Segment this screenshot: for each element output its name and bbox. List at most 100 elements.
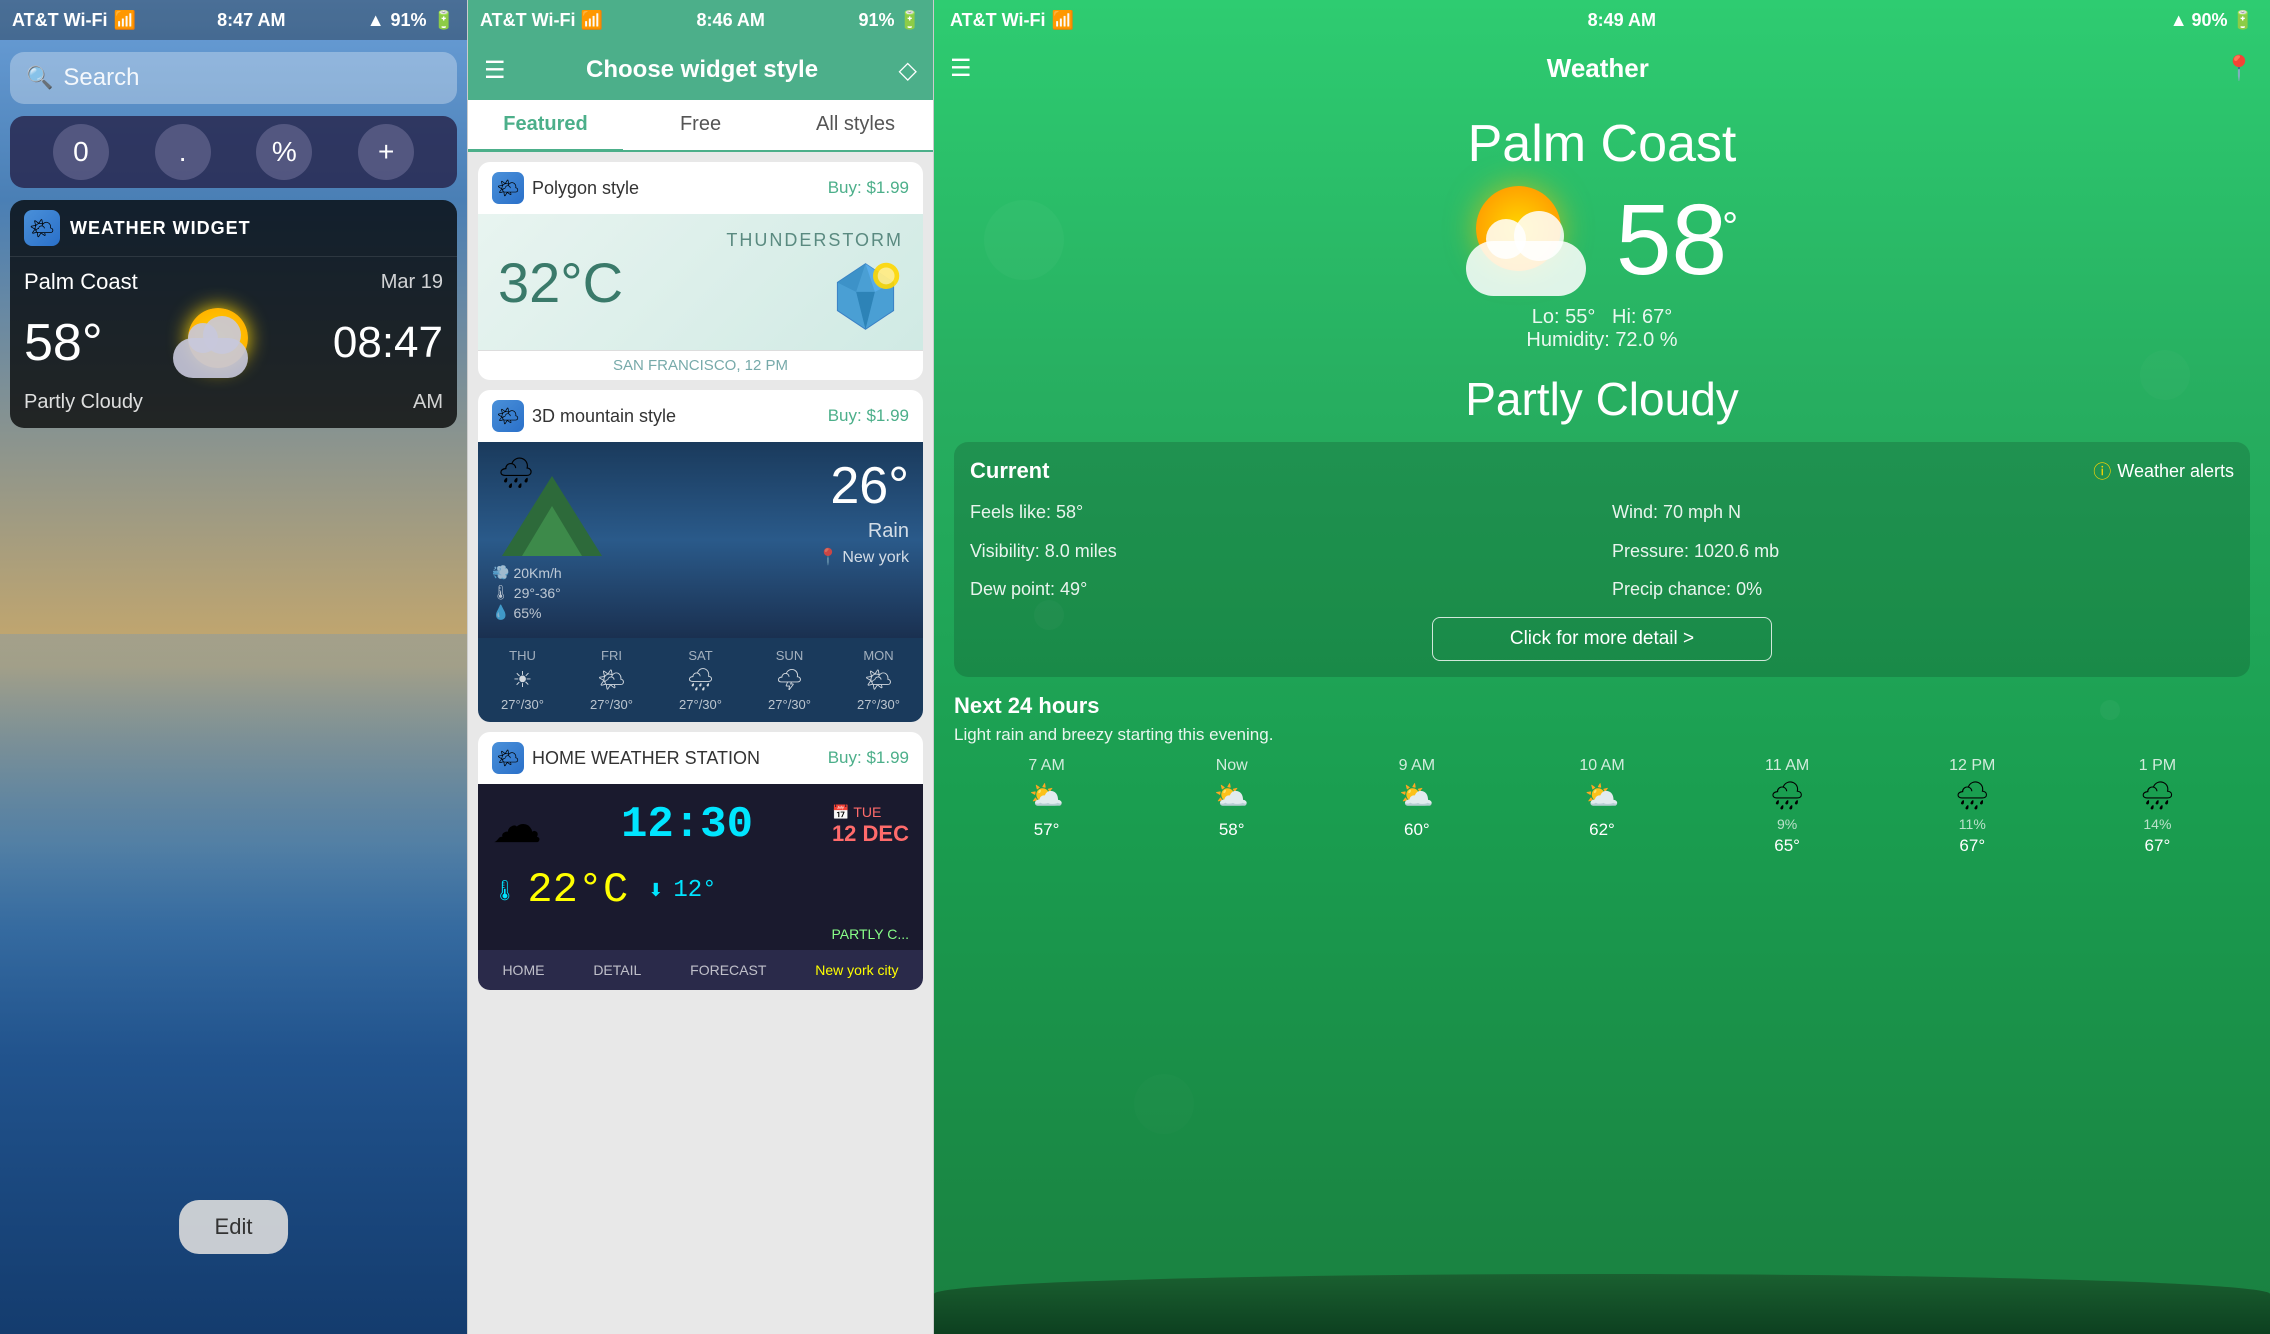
mountain-location: 📍 New york bbox=[818, 547, 909, 567]
widget-title: WEATHER WIDGET bbox=[70, 218, 251, 239]
hour-10am-icon: ⛅ bbox=[1585, 779, 1620, 812]
hs-time-display: 12:30 bbox=[621, 800, 753, 850]
hs-nav-forecast[interactable]: FORECAST bbox=[682, 958, 774, 982]
hs-nav-footer: HOME DETAIL FORECAST New york city bbox=[478, 950, 923, 990]
widget-body: Palm Coast Mar 19 58° 08:47 Partly Cloud… bbox=[10, 257, 457, 428]
polygon-gem-shape bbox=[828, 259, 903, 334]
p3-lo-hi: Lo: 55° Hi: 67° bbox=[954, 306, 2250, 329]
panel1-screen: AT&T Wi-Fi 📶 8:47 AM ▲ 91% 🔋 🔍 Search 0 … bbox=[0, 0, 467, 1334]
mountain-shape bbox=[502, 476, 602, 556]
p3-menu-icon[interactable]: ☰ bbox=[950, 54, 972, 83]
hs-partly-cloudy: PARTLY C... bbox=[478, 926, 923, 950]
calc-btn-percent[interactable]: % bbox=[256, 124, 312, 180]
hs-cloud-icon: ☁ bbox=[492, 796, 542, 854]
tab-featured[interactable]: Featured bbox=[468, 100, 623, 152]
widget-main-row: 58° 08:47 bbox=[24, 303, 443, 383]
p3-next24-section: Next 24 hours Light rain and breezy star… bbox=[954, 693, 2250, 856]
polygon-condition: THUNDERSTORM bbox=[726, 230, 903, 251]
hs-main-temp: 22°C bbox=[527, 866, 628, 914]
p3-location-icon[interactable]: 📍 bbox=[2224, 54, 2254, 83]
p3-humidity: Humidity: 72.0 % bbox=[954, 329, 2250, 352]
mountain-style-card[interactable]: 🌤 3D mountain style Buy: $1.99 🌧 💨 20Km/… bbox=[478, 390, 923, 722]
home-station-left: 🌤 HOME WEATHER STATION bbox=[492, 742, 760, 774]
home-station-name: HOME WEATHER STATION bbox=[532, 748, 760, 769]
p3-carrier: AT&T Wi-Fi bbox=[950, 10, 1045, 31]
p3-title: Weather bbox=[972, 53, 2225, 84]
p3-dew-point: Dew point: 49° bbox=[970, 573, 1592, 605]
hour-now: Now ⛅ 58° bbox=[1139, 757, 1324, 856]
edit-button[interactable]: Edit bbox=[179, 1200, 289, 1254]
cloud-shape bbox=[173, 338, 248, 378]
mon-weather-icon: 🌤 bbox=[865, 667, 893, 693]
p3-time: 8:49 AM bbox=[1588, 10, 1656, 31]
calc-btn-0[interactable]: 0 bbox=[53, 124, 109, 180]
style-tabs: Featured Free All styles bbox=[468, 100, 933, 152]
carrier-text: AT&T Wi-Fi bbox=[12, 10, 107, 31]
humidity-stat: 💧 65% bbox=[492, 604, 612, 621]
p3-hourly-forecast: 7 AM ⛅ 57° Now ⛅ 58° 9 AM ⛅ 60° bbox=[954, 757, 2250, 856]
panel2-header: ☰ Choose widget style ◇ bbox=[468, 40, 933, 100]
search-bar[interactable]: 🔍 Search bbox=[10, 52, 457, 104]
p3-temperature: 58° bbox=[1616, 183, 1738, 298]
tab-free[interactable]: Free bbox=[623, 100, 778, 152]
widget-app-icon: 🌤 bbox=[24, 210, 60, 246]
hour-7am-icon: ⛅ bbox=[1029, 779, 1064, 812]
home-station-header: 🌤 HOME WEATHER STATION Buy: $1.99 bbox=[478, 732, 923, 784]
calc-btn-dot[interactable]: . bbox=[155, 124, 211, 180]
p2-status-left: AT&T Wi-Fi 📶 bbox=[480, 10, 603, 31]
hs-nav-detail[interactable]: DETAIL bbox=[585, 958, 649, 982]
hour-1pm-icon: 🌧 bbox=[2140, 779, 2176, 812]
forecast-day-sat: SAT 🌧 27°/30° bbox=[679, 648, 722, 712]
gem-icon[interactable]: ◇ bbox=[899, 56, 917, 85]
download-icon: ⬇ bbox=[648, 880, 663, 901]
mountain-forecast: THU ☀ 27°/30° FRI 🌤 27°/30° SAT 🌧 27°/30… bbox=[478, 638, 923, 722]
mountain-preview: 🌧 💨 20Km/h 🌡 29°-36° 💧 bbox=[478, 442, 923, 638]
temp-range-stat: 🌡 29°-36° bbox=[492, 584, 612, 601]
hs-date-block: 📅 TUE 12 DEC bbox=[832, 804, 909, 847]
p3-weather-alerts[interactable]: ⓘ Weather alerts bbox=[2093, 458, 2234, 484]
hs-top-row: ☁ 12:30 📅 TUE 12 DEC bbox=[478, 784, 923, 866]
p3-next24-title: Next 24 hours bbox=[954, 693, 2250, 719]
polygon-icon: 🌤 bbox=[492, 172, 524, 204]
p3-precip: Precip chance: 0% bbox=[1612, 573, 2234, 605]
p3-stats-grid: Feels like: 58° Wind: 70 mph N Visibilit… bbox=[970, 496, 2234, 605]
hs-nav-home[interactable]: HOME bbox=[494, 958, 552, 982]
wifi-icon: 📶 bbox=[113, 10, 135, 31]
p2-battery: 91% bbox=[859, 10, 895, 31]
tab-all-styles[interactable]: All styles bbox=[778, 100, 933, 152]
mountain-condition: Rain bbox=[818, 520, 909, 543]
widget-location-row: Palm Coast Mar 19 bbox=[24, 269, 443, 295]
hs-day-label: TUE bbox=[853, 804, 881, 820]
p3-feels-like: Feels like: 58° bbox=[970, 496, 1592, 528]
detail-button[interactable]: Click for more detail > bbox=[1432, 617, 1772, 661]
polygon-style-card[interactable]: 🌤 Polygon style Buy: $1.99 32°C THUNDERS… bbox=[478, 162, 923, 380]
mountain-right: 26° Rain 📍 New york bbox=[818, 456, 909, 567]
polygon-location: SAN FRANCISCO, 12 PM bbox=[478, 350, 923, 380]
hour-now-icon: ⛅ bbox=[1214, 779, 1249, 812]
humidity-val: 65% bbox=[513, 605, 541, 621]
home-station-card[interactable]: 🌤 HOME WEATHER STATION Buy: $1.99 ☁ 12:3… bbox=[478, 732, 923, 990]
p3-cloud-shape bbox=[1466, 241, 1586, 296]
calc-btn-plus[interactable]: + bbox=[358, 124, 414, 180]
panel3-header: ☰ Weather 📍 bbox=[934, 40, 2270, 96]
widget-weather-icon bbox=[168, 303, 268, 383]
wind-val: 20Km/h bbox=[513, 565, 561, 581]
p3-status-left: AT&T Wi-Fi 📶 bbox=[950, 10, 1074, 31]
p3-visibility: Visibility: 8.0 miles bbox=[970, 535, 1592, 567]
p3-next24-description: Light rain and breezy starting this even… bbox=[954, 725, 2250, 745]
polygon-price: Buy: $1.99 bbox=[828, 178, 909, 198]
menu-icon[interactable]: ☰ bbox=[484, 56, 506, 85]
sun-weather-icon: 🌩 bbox=[776, 667, 804, 693]
widget-location: Palm Coast bbox=[24, 269, 138, 295]
humidity-icon: 💧 bbox=[492, 604, 509, 621]
home-station-icon: 🌤 bbox=[492, 742, 524, 774]
fri-weather-icon: 🌤 bbox=[598, 667, 626, 693]
widget-ampm: AM bbox=[413, 391, 443, 414]
hs-bottom-row: 🌡 22°C ⬇ 12° bbox=[478, 866, 923, 926]
p2-status-right: 91% 🔋 bbox=[859, 10, 921, 31]
hs-clock: 12:30 bbox=[621, 800, 753, 850]
panel2-status-bar: AT&T Wi-Fi 📶 8:46 AM 91% 🔋 bbox=[468, 0, 933, 40]
p3-battery-icon: 🔋 bbox=[2232, 10, 2254, 31]
alerts-label: Weather alerts bbox=[2117, 461, 2234, 482]
mountain-stats: 💨 20Km/h 🌡 29°-36° 💧 65% bbox=[492, 564, 612, 624]
